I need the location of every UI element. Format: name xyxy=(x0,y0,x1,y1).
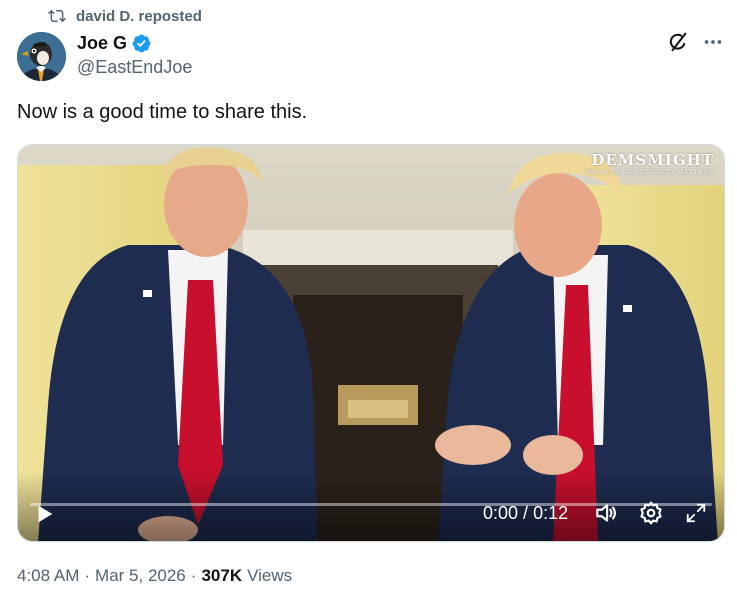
repost-icon xyxy=(48,7,66,25)
tweet-metadata: 4:08 AM · Mar 5, 2026 · 307K Views xyxy=(17,566,292,586)
views-label: Views xyxy=(247,566,293,585)
more-dots-icon xyxy=(702,31,724,58)
volume-button[interactable] xyxy=(593,500,619,526)
author-block[interactable]: Joe G @EastEndJoe xyxy=(77,32,192,78)
tweet-time[interactable]: 4:08 AM xyxy=(17,566,79,586)
volume-icon xyxy=(596,504,617,522)
author-handle[interactable]: @EastEndJoe xyxy=(77,57,192,78)
play-icon xyxy=(38,505,53,523)
expand-icon xyxy=(686,503,706,523)
video-timestamp: 0:00 / 0:12 xyxy=(483,503,568,524)
grok-button[interactable] xyxy=(666,32,690,56)
tweet-date[interactable]: Mar 5, 2026 xyxy=(95,566,186,586)
time-separator: / xyxy=(523,503,529,523)
tweet-text: Now is a good time to share this. xyxy=(17,101,308,123)
fullscreen-button[interactable] xyxy=(685,502,709,526)
author-name[interactable]: Joe G xyxy=(77,33,127,54)
watermark-subtitle: BECAUSE DEMOCRACY MATTERS xyxy=(585,169,714,176)
current-time: 0:00 xyxy=(483,503,519,523)
views-count[interactable]: 307K xyxy=(201,566,242,586)
more-options-button[interactable] xyxy=(701,32,725,56)
verified-badge-icon[interactable] xyxy=(131,33,152,54)
gear-icon xyxy=(640,501,662,525)
video-controls: 0:00 / 0:12 xyxy=(18,471,724,541)
avatar[interactable] xyxy=(17,32,66,81)
duration: 0:12 xyxy=(533,503,569,523)
play-button[interactable] xyxy=(34,503,56,525)
repost-label: david D. reposted xyxy=(76,7,202,25)
meta-separator: · xyxy=(84,566,91,585)
settings-button[interactable] xyxy=(638,500,664,526)
repost-indicator[interactable]: david D. reposted xyxy=(48,6,202,26)
video-player[interactable]: DEMSMIGHT BECAUSE DEMOCRACY MATTERS 0:00… xyxy=(17,144,725,542)
grok-icon xyxy=(667,31,689,58)
watermark-title: DEMSMIGHT xyxy=(591,151,714,169)
meta-separator: · xyxy=(190,566,197,585)
video-watermark: DEMSMIGHT BECAUSE DEMOCRACY MATTERS xyxy=(586,151,714,176)
